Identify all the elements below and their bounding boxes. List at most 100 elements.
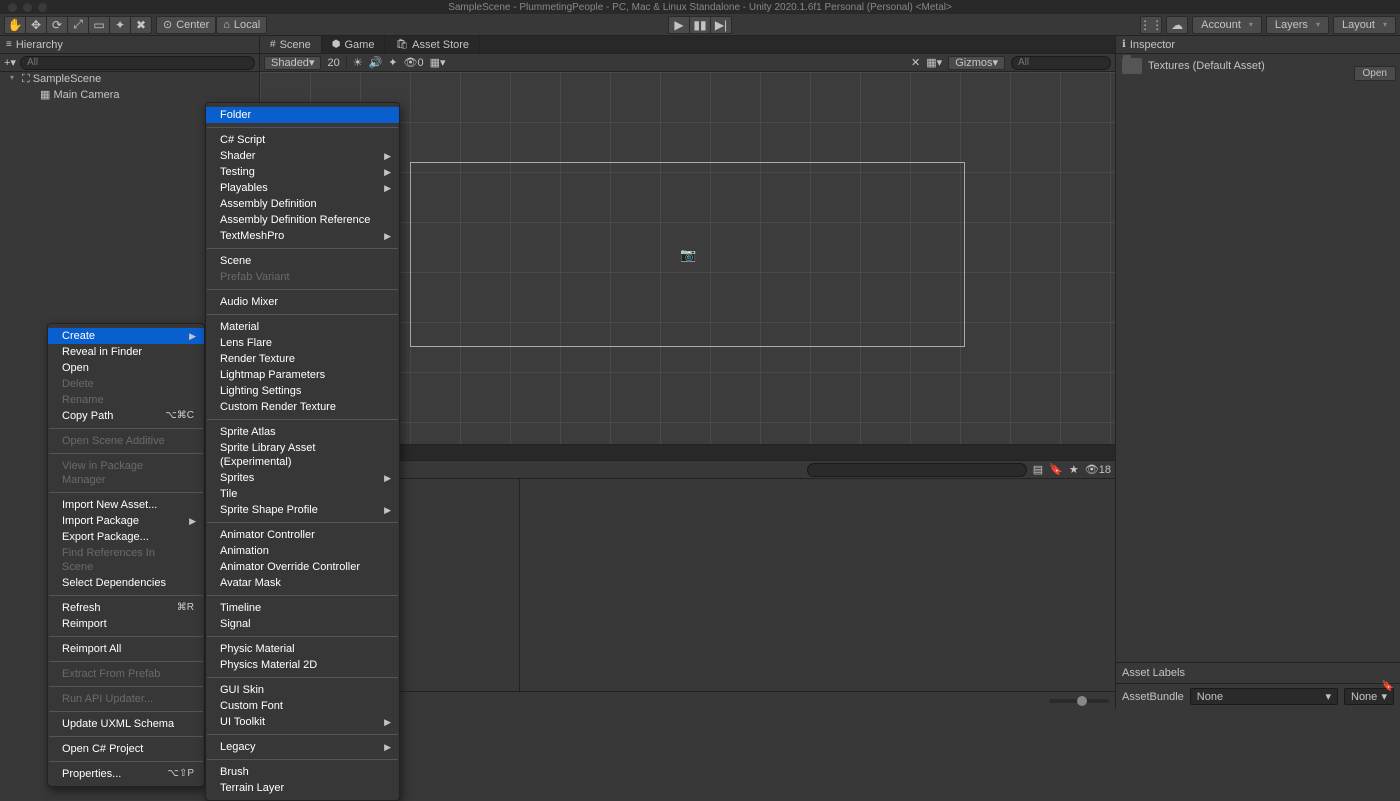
rect-tool[interactable]: ▭	[88, 16, 110, 34]
menu-item[interactable]: C# Script	[206, 132, 399, 148]
pivot-toggle[interactable]: ⊙Center	[156, 16, 216, 34]
star-icon[interactable]: ★	[1069, 463, 1079, 476]
menu-item[interactable]: Import New Asset...	[48, 497, 204, 513]
space-toggle[interactable]: ⌂Local	[216, 16, 267, 34]
menu-item[interactable]: Custom Render Texture	[206, 399, 399, 415]
custom-tool[interactable]: ✖	[130, 16, 152, 34]
menu-item[interactable]: Assembly Definition	[206, 196, 399, 212]
fx-icon[interactable]: ✦	[388, 56, 397, 69]
camera-icon[interactable]: ▦▾	[926, 56, 942, 69]
bundle-name-dropdown[interactable]: None▾	[1190, 688, 1338, 705]
camera-gizmo-icon[interactable]: 📷	[680, 247, 696, 263]
audio-icon[interactable]: 🔊	[369, 56, 383, 69]
menu-item[interactable]: Create▶	[48, 328, 204, 344]
account-dropdown[interactable]: Account	[1192, 16, 1262, 34]
scene-node[interactable]: ▾⛶ SampleScene	[0, 72, 259, 87]
menu-item[interactable]: Animator Override Controller	[206, 559, 399, 575]
project-content[interactable]	[520, 479, 1115, 691]
traffic-light-max[interactable]	[38, 3, 47, 12]
scale-tool[interactable]: ⤢	[67, 16, 89, 34]
menu-item[interactable]: Reimport	[48, 616, 204, 632]
tag-icon[interactable]: 🔖	[1382, 681, 1394, 692]
hierarchy-search[interactable]	[20, 56, 255, 70]
menu-item[interactable]: Reimport All	[48, 641, 204, 657]
2d-toggle[interactable]: 20	[327, 57, 339, 69]
tab-game[interactable]: ⬢ Game	[322, 36, 386, 53]
menu-item[interactable]: Sprite Shape Profile▶	[206, 502, 399, 518]
open-button[interactable]: Open	[1354, 66, 1396, 81]
menu-item[interactable]: TextMeshPro▶	[206, 228, 399, 244]
hierarchy-item-camera[interactable]: ▦ Main Camera	[0, 87, 259, 102]
menu-item[interactable]: Physics Material 2D	[206, 657, 399, 673]
menu-item[interactable]: Update UXML Schema	[48, 716, 204, 732]
step-button[interactable]: ▶|	[710, 16, 732, 34]
menu-item[interactable]: Physic Material	[206, 641, 399, 657]
menu-item[interactable]: Timeline	[206, 600, 399, 616]
menu-item[interactable]: Material	[206, 319, 399, 335]
menu-item[interactable]: Avatar Mask	[206, 575, 399, 591]
menu-item[interactable]: Import Package▶	[48, 513, 204, 529]
hand-tool[interactable]: ✋	[4, 16, 26, 34]
move-tool[interactable]: ✥	[25, 16, 47, 34]
hidden-count[interactable]: 👁18	[1085, 463, 1111, 476]
project-search[interactable]	[807, 463, 1027, 477]
filter-icon[interactable]: ▤	[1033, 463, 1043, 476]
traffic-light-close[interactable]	[8, 3, 17, 12]
scene-search[interactable]	[1011, 56, 1111, 70]
menu-item[interactable]: Render Texture	[206, 351, 399, 367]
tab-scene[interactable]: # Scene	[260, 36, 322, 53]
menu-item[interactable]: Open	[48, 360, 204, 376]
menu-item[interactable]: Legacy▶	[206, 739, 399, 755]
menu-item[interactable]: Copy Path⌥⌘C	[48, 408, 204, 424]
menu-item[interactable]: Export Package...	[48, 529, 204, 545]
collab-button[interactable]: ⋮⋮	[1140, 16, 1162, 34]
hidden-icon[interactable]: 👁0	[404, 56, 424, 69]
menu-item[interactable]: Properties...⌥⇧P	[48, 766, 204, 782]
menu-item[interactable]: Custom Font	[206, 698, 399, 714]
layout-dropdown[interactable]: Layout	[1333, 16, 1396, 34]
menu-item[interactable]: Lighting Settings	[206, 383, 399, 399]
menu-item[interactable]: Select Dependencies	[48, 575, 204, 591]
menu-item[interactable]: Open C# Project	[48, 741, 204, 757]
pause-button[interactable]: ▮▮	[689, 16, 711, 34]
menu-item[interactable]: Testing▶	[206, 164, 399, 180]
menu-item[interactable]: GUI Skin	[206, 682, 399, 698]
thumbnail-size-slider[interactable]	[1049, 699, 1109, 703]
services-button[interactable]: ☁	[1166, 16, 1188, 34]
inspector-tab[interactable]: ℹ Inspector	[1116, 36, 1400, 54]
grid-icon[interactable]: ▦▾	[430, 56, 446, 69]
layers-dropdown[interactable]: Layers	[1266, 16, 1329, 34]
menu-item[interactable]: Tile	[206, 486, 399, 502]
menu-item[interactable]: Lightmap Parameters	[206, 367, 399, 383]
menu-item[interactable]: Playables▶	[206, 180, 399, 196]
play-button[interactable]: ▶	[668, 16, 690, 34]
add-icon[interactable]: +▾	[4, 56, 16, 69]
menu-item[interactable]: Terrain Layer	[206, 780, 399, 796]
menu-item[interactable]: Sprite Atlas	[206, 424, 399, 440]
menu-item[interactable]: Audio Mixer	[206, 294, 399, 310]
menu-item[interactable]: Lens Flare	[206, 335, 399, 351]
menu-item[interactable]: Brush	[206, 764, 399, 780]
lighting-icon[interactable]: ☀	[353, 56, 363, 69]
menu-item[interactable]: Refresh⌘R	[48, 600, 204, 616]
menu-item[interactable]: Folder	[206, 107, 399, 123]
transform-tool[interactable]: ✦	[109, 16, 131, 34]
menu-item[interactable]: UI Toolkit▶	[206, 714, 399, 730]
tool-icon[interactable]: ✕	[911, 56, 920, 69]
menu-item[interactable]: Signal	[206, 616, 399, 632]
gizmos-dropdown[interactable]: Gizmos ▾	[948, 56, 1005, 70]
menu-item[interactable]: Assembly Definition Reference	[206, 212, 399, 228]
menu-item[interactable]: Shader▶	[206, 148, 399, 164]
menu-item[interactable]: Sprite Library Asset (Experimental)	[206, 440, 399, 470]
label-icon[interactable]: 🔖	[1049, 463, 1063, 476]
menu-item[interactable]: Sprites▶	[206, 470, 399, 486]
menu-item[interactable]: Animator Controller	[206, 527, 399, 543]
menu-item[interactable]: Reveal in Finder	[48, 344, 204, 360]
rotate-tool[interactable]: ⟳	[46, 16, 68, 34]
menu-item[interactable]: Animation	[206, 543, 399, 559]
menu-item[interactable]: Scene	[206, 253, 399, 269]
tab-asset-store[interactable]: 🛍 Asset Store	[385, 36, 480, 53]
hierarchy-tab[interactable]: ≡ Hierarchy	[0, 36, 259, 54]
shading-mode[interactable]: Shaded ▾	[264, 56, 321, 70]
traffic-light-min[interactable]	[23, 3, 32, 12]
